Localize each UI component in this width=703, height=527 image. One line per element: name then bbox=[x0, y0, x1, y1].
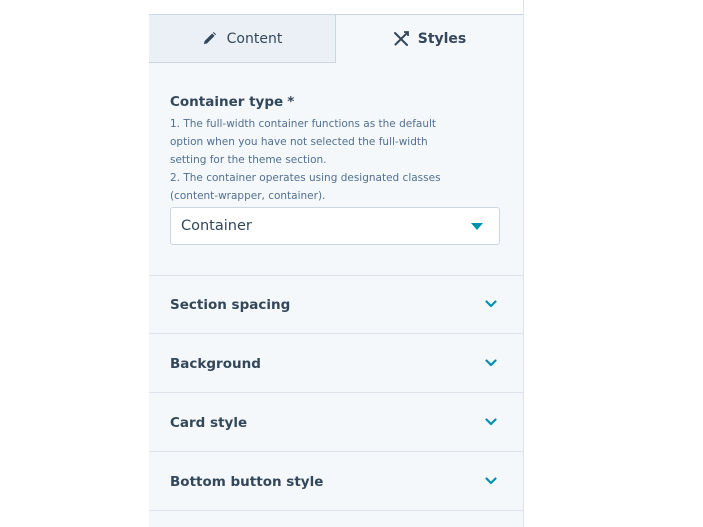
chevron-down-icon bbox=[485, 300, 497, 308]
accordion-label: Section spacing bbox=[170, 296, 291, 313]
container-type-label-row: Container type * bbox=[170, 93, 502, 111]
container-type-help: 1. The full-width container functions as… bbox=[170, 115, 502, 205]
accordion-background[interactable]: Background bbox=[149, 335, 523, 393]
accordion-label: Card style bbox=[170, 414, 248, 431]
required-marker: * bbox=[287, 94, 295, 110]
styles-icon bbox=[393, 31, 409, 47]
container-type-field: Container type * 1. The full-width contai… bbox=[170, 93, 502, 205]
caret-down-icon bbox=[471, 223, 483, 230]
chevron-down-icon bbox=[485, 477, 497, 485]
help-line: (content-wrapper, container). bbox=[170, 190, 326, 202]
help-line: setting for the theme section. bbox=[170, 154, 327, 166]
accordion-card-style[interactable]: Card style bbox=[149, 394, 523, 452]
container-type-label: Container type bbox=[170, 94, 284, 110]
accordion-section-spacing[interactable]: Section spacing bbox=[149, 276, 523, 334]
tab-styles-label: Styles bbox=[417, 31, 467, 47]
panel-header-strip bbox=[149, 0, 523, 15]
tab-bar: Content Styles bbox=[149, 15, 523, 64]
tab-content-label: Content bbox=[226, 30, 283, 47]
accordion-label: Bottom button style bbox=[170, 473, 324, 490]
page: Content Styles Container type * 1. The fu… bbox=[0, 0, 703, 527]
container-type-select[interactable]: Container bbox=[170, 207, 500, 245]
styles-sidebar-panel: Content Styles Container type * 1. The fu… bbox=[149, 0, 524, 527]
pencil-icon bbox=[202, 31, 218, 47]
chevron-down-icon bbox=[485, 359, 497, 367]
container-type-selected-value: Container bbox=[181, 218, 252, 234]
help-line: 1. The full-width container functions as… bbox=[170, 118, 437, 130]
chevron-down-icon bbox=[485, 418, 497, 426]
tab-content[interactable]: Content bbox=[149, 15, 336, 63]
help-line: 2. The container operates using designat… bbox=[170, 172, 441, 184]
accordion-label: Background bbox=[170, 355, 261, 372]
accordion-bottom-button-style[interactable]: Bottom button style bbox=[149, 453, 523, 511]
help-line: option when you have not selected the fu… bbox=[170, 136, 428, 148]
tab-styles[interactable]: Styles bbox=[336, 15, 523, 63]
